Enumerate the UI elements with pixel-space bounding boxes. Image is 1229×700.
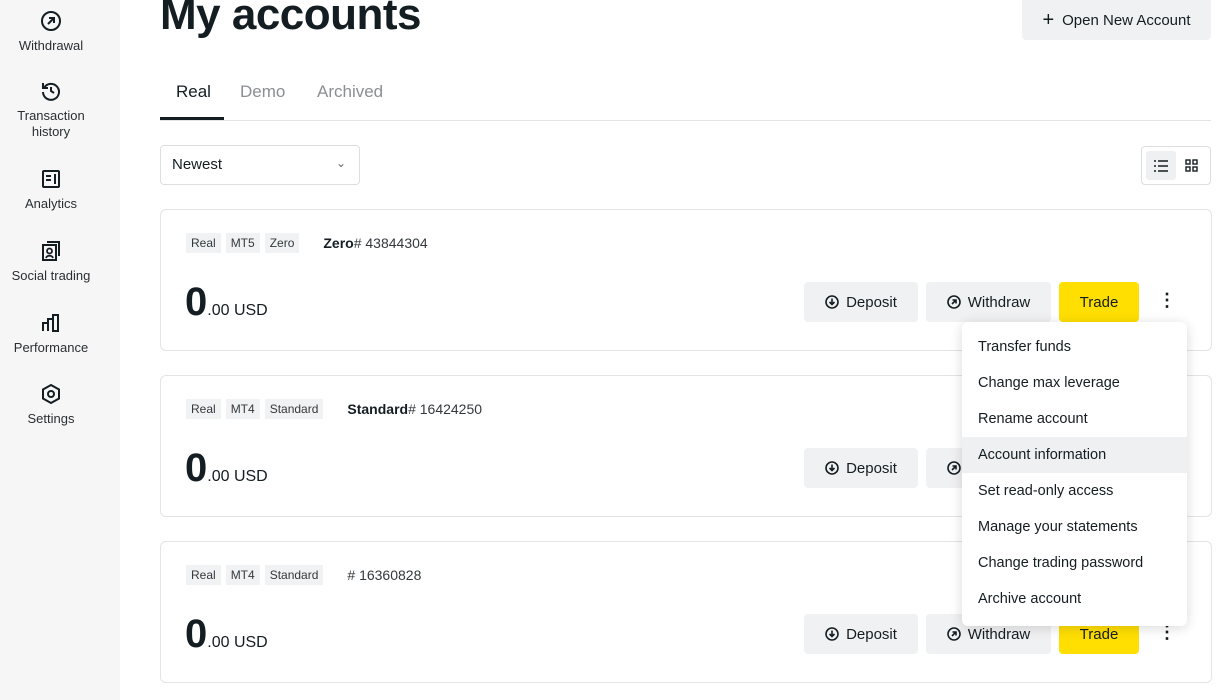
- list-view-icon[interactable]: [1146, 151, 1176, 180]
- deposit-icon: [825, 461, 839, 475]
- account-badge: Zero: [264, 233, 300, 253]
- withdraw-icon: [946, 627, 961, 641]
- plus-icon: +: [1042, 8, 1055, 31]
- account-id: # 16360828: [347, 567, 422, 583]
- menu-item-archive-account[interactable]: Archive account: [962, 581, 1187, 617]
- menu-item-transfer-funds[interactable]: Transfer funds: [962, 329, 1187, 365]
- menu-item-account-information[interactable]: Account information: [962, 437, 1187, 473]
- account-badge: Standard: [264, 565, 324, 585]
- sidebar-label: Transaction history: [17, 108, 85, 139]
- active-tab-indicator: [160, 117, 224, 120]
- sidebar-item-social-trading[interactable]: Social trading: [0, 240, 102, 284]
- menu-item-set-read-only-access[interactable]: Set read-only access: [962, 473, 1187, 509]
- sidebar-item-settings[interactable]: Settings: [0, 383, 102, 427]
- trade-label: Trade: [1079, 625, 1119, 643]
- sidebar: Withdrawal Transaction history Analytics…: [0, 0, 120, 700]
- balance-rest: .00 USD: [207, 302, 268, 319]
- menu-item-change-trading-password[interactable]: Change trading password: [962, 545, 1187, 581]
- trade-button[interactable]: Trade: [1059, 282, 1139, 322]
- menu-item-rename-account[interactable]: Rename account: [962, 401, 1187, 437]
- tab-demo[interactable]: Demo: [240, 82, 285, 102]
- account-id: # 43844304: [353, 235, 428, 251]
- settings-hexagon-icon: [42, 383, 60, 405]
- open-new-account-button[interactable]: + Open New Account: [1022, 0, 1211, 40]
- sort-value: Newest: [172, 156, 223, 173]
- balance-int: 0: [185, 612, 208, 656]
- withdraw-icon: [946, 461, 961, 475]
- chevron-down-icon: ⌄: [335, 156, 346, 170]
- balance-rest: .00 USD: [207, 634, 268, 651]
- sort-select[interactable]: Newest ⌄: [160, 145, 360, 185]
- withdraw-icon: [946, 295, 961, 309]
- account-number: Zero# 43844304: [323, 235, 427, 251]
- account-badge: Real: [186, 399, 221, 419]
- deposit-label: Deposit: [846, 459, 897, 477]
- account-badge: Real: [186, 233, 221, 253]
- analytics-icon: [42, 170, 60, 188]
- account-name: Zero: [323, 235, 354, 251]
- deposit-icon: [825, 295, 839, 309]
- account-balance: 0.00 USD: [185, 446, 268, 499]
- account-number: Standard# 16424250: [347, 401, 482, 417]
- deposit-button[interactable]: Deposit: [804, 614, 918, 654]
- page-title: My accounts: [160, 0, 422, 39]
- more-options-icon[interactable]: ⋮: [1157, 290, 1177, 314]
- tab-real[interactable]: Real: [176, 82, 211, 102]
- sidebar-label: Withdrawal: [18, 38, 84, 53]
- deposit-label: Deposit: [846, 625, 897, 643]
- account-actions-menu: Transfer funds Change max leverage Renam…: [962, 322, 1187, 626]
- withdraw-button[interactable]: Withdraw: [926, 282, 1051, 322]
- sidebar-label: Analytics: [24, 196, 78, 211]
- bar-chart-icon: [42, 314, 59, 332]
- account-name: Standard: [347, 401, 409, 417]
- arrow-up-right-circle-icon: [41, 11, 61, 31]
- account-badge: MT5: [225, 233, 260, 253]
- account-badge: Standard: [264, 399, 324, 419]
- account-balance: 0.00 USD: [185, 280, 268, 333]
- sidebar-label: Settings: [27, 411, 75, 426]
- menu-item-change-max-leverage[interactable]: Change max leverage: [962, 365, 1187, 401]
- open-new-account-label: Open New Account: [1062, 11, 1191, 29]
- trade-label: Trade: [1079, 293, 1119, 311]
- account-balance: 0.00 USD: [185, 612, 268, 665]
- sidebar-label: Performance: [13, 340, 89, 355]
- social-trading-icon: [42, 241, 60, 261]
- sidebar-label: Social trading: [11, 268, 91, 283]
- account-badge: Real: [186, 565, 221, 585]
- sidebar-item-transaction-history[interactable]: Transaction history: [0, 80, 102, 140]
- account-number: # 16360828: [347, 567, 421, 583]
- withdraw-label: Withdraw: [967, 293, 1031, 311]
- account-badge: MT4: [225, 565, 260, 585]
- account-badge: MT4: [225, 399, 260, 419]
- balance-rest: .00 USD: [207, 468, 268, 485]
- deposit-button[interactable]: Deposit: [804, 448, 918, 488]
- view-toggle: [1141, 146, 1211, 185]
- deposit-icon: [825, 627, 839, 641]
- history-icon: [42, 82, 60, 101]
- account-tabs: Real Demo Archived: [160, 72, 1211, 121]
- grid-view-icon[interactable]: [1176, 151, 1206, 180]
- balance-int: 0: [185, 280, 208, 324]
- tab-archived[interactable]: Archived: [317, 82, 383, 102]
- deposit-button[interactable]: Deposit: [804, 282, 918, 322]
- withdraw-label: Withdraw: [967, 625, 1031, 643]
- sidebar-item-withdrawal[interactable]: Withdrawal: [0, 10, 102, 54]
- deposit-label: Deposit: [846, 293, 897, 311]
- sidebar-item-performance[interactable]: Performance: [0, 312, 102, 356]
- balance-int: 0: [185, 446, 208, 490]
- account-id: # 16424250: [408, 401, 483, 417]
- menu-item-manage-statements[interactable]: Manage your statements: [962, 509, 1187, 545]
- sidebar-item-analytics[interactable]: Analytics: [0, 168, 102, 212]
